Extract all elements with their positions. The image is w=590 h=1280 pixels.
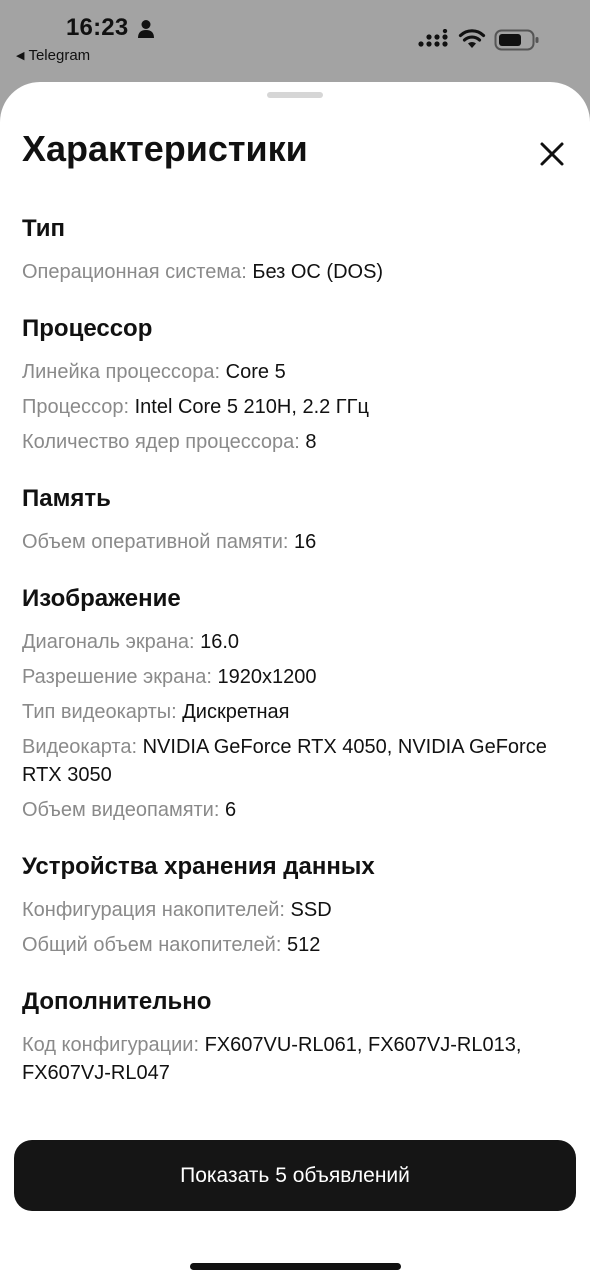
show-listings-button[interactable]: Показать 5 объявлений <box>14 1140 576 1211</box>
spec-row: Конфигурация накопителей: SSD <box>22 896 570 924</box>
spec-value: Без ОС (DOS) <box>252 261 384 283</box>
characteristics-sheet: Характеристики Тип Операционная система:… <box>0 82 590 1280</box>
spec-value: Дискретная <box>182 701 290 723</box>
spec-label: Видеокарта: <box>22 736 138 758</box>
spec-label: Конфигурация накопителей: <box>22 899 285 921</box>
section-display: Изображение Диагональ экрана: 16.0 Разре… <box>22 584 570 824</box>
back-to-telegram-link[interactable]: ◀ Telegram <box>16 47 90 64</box>
signal-icon <box>418 29 448 47</box>
close-icon[interactable] <box>530 132 574 176</box>
spec-value: Intel Core 5 210H, 2.2 ГГц <box>134 396 369 418</box>
section-title: Тип <box>22 215 65 242</box>
spec-row: Видеокарта: NVIDIA GeForce RTX 4050, NVI… <box>22 733 570 789</box>
section-title: Изображение <box>22 585 181 612</box>
spec-value: 8 <box>305 431 317 453</box>
bottom-action-bar: Показать 5 объявлений <box>0 1125 590 1280</box>
section-additional: Дополнительно Код конфигурации: FX607VU-… <box>22 987 570 1087</box>
spec-value: SSD <box>290 899 332 921</box>
spec-label: Операционная система: <box>22 261 247 283</box>
spec-row: Код конфигурации: FX607VU-RL061, FX607VJ… <box>22 1031 570 1087</box>
spec-label: Объем видеопамяти: <box>22 799 220 821</box>
battery-icon <box>494 29 539 51</box>
spec-value: 1920x1200 <box>217 666 317 688</box>
person-icon <box>138 20 154 38</box>
spec-row: Процессор: Intel Core 5 210H, 2.2 ГГц <box>22 393 570 421</box>
section-type: Тип Операционная система: Без ОС (DOS) <box>22 214 570 286</box>
spec-label: Тип видеокарты: <box>22 701 177 723</box>
home-indicator[interactable] <box>190 1263 401 1270</box>
back-app-label: Telegram <box>28 47 91 64</box>
spec-row: Диагональ экрана: 16.0 <box>22 628 570 656</box>
spec-value: 512 <box>286 934 321 956</box>
section-storage: Устройства хранения данных Конфигурация … <box>22 852 570 959</box>
sheet-title: Характеристики <box>22 128 308 169</box>
spec-row: Разрешение экрана: 1920x1200 <box>22 663 570 691</box>
spec-label: Линейка процессора: <box>22 361 221 383</box>
spec-row: Общий объем накопителей: 512 <box>22 931 570 959</box>
spec-row: Количество ядер процессора: 8 <box>22 428 570 456</box>
spec-value: 16.0 <box>200 631 240 653</box>
section-title: Дополнительно <box>22 988 212 1015</box>
status-time: 16:23 <box>66 14 129 41</box>
spec-row: Тип видеокарты: Дискретная <box>22 698 570 726</box>
spec-row: Объем видеопамяти: 6 <box>22 796 570 824</box>
spec-value: 16 <box>294 531 317 553</box>
spec-row: Линейка процессора: Core 5 <box>22 358 570 386</box>
status-bar: 16:23 ◀ Telegram <box>0 0 590 80</box>
spec-value: 6 <box>224 799 237 821</box>
spec-label: Объем оперативной памяти: <box>22 531 289 553</box>
wifi-icon <box>458 29 486 48</box>
spec-value: Core 5 <box>225 361 286 383</box>
characteristics-list: Тип Операционная система: Без ОС (DOS) П… <box>22 214 570 1115</box>
spec-row: Операционная система: Без ОС (DOS) <box>22 258 570 286</box>
spec-label: Количество ядер процессора: <box>22 431 300 453</box>
spec-label: Общий объем накопителей: <box>22 934 282 956</box>
spec-label: Разрешение экрана: <box>22 666 212 688</box>
spec-label: Код конфигурации: <box>22 1034 200 1056</box>
section-memory: Память Объем оперативной памяти: 16 <box>22 484 570 556</box>
back-arrow-icon: ◀ <box>16 50 25 62</box>
section-title: Память <box>22 485 111 512</box>
spec-row: Объем оперативной памяти: 16 <box>22 528 570 556</box>
spec-label: Процессор: <box>22 396 130 418</box>
section-processor: Процессор Линейка процессора: Core 5 Про… <box>22 314 570 456</box>
sheet-grabber[interactable] <box>267 92 323 98</box>
spec-label: Диагональ экрана: <box>22 631 195 653</box>
section-title: Процессор <box>22 315 153 342</box>
section-title: Устройства хранения данных <box>22 853 375 880</box>
